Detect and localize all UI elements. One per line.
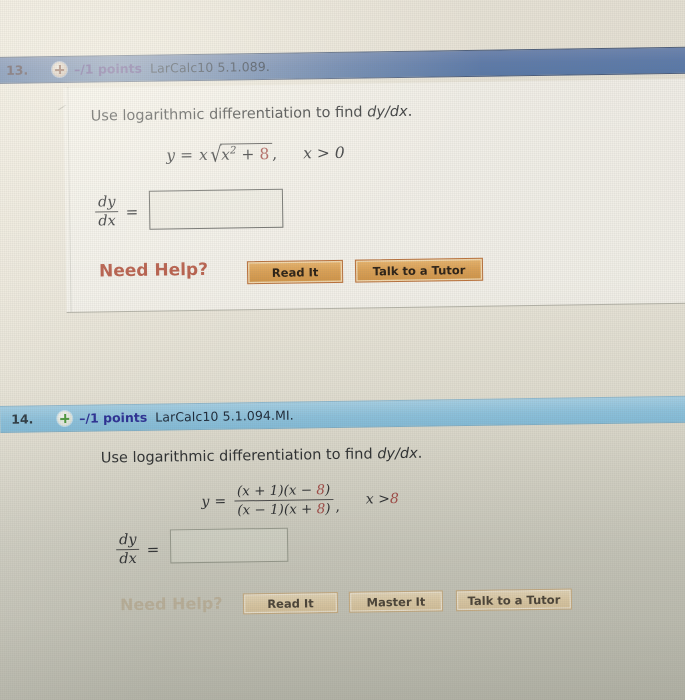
dydx-numerator-13: dy xyxy=(97,194,116,211)
answer-label-14: dy dx = xyxy=(114,532,166,568)
answer-equals-13: = xyxy=(125,202,139,221)
equation-equals-13: = xyxy=(179,145,194,164)
equation-lhs-14: y xyxy=(201,493,210,510)
radicand-base-13: x xyxy=(221,145,231,164)
rational-fraction-14: (x + 1)(x − 8) (x − 1)(x + 8) xyxy=(234,482,334,519)
read-it-button-14[interactable]: Read It xyxy=(242,591,339,615)
equation-domain-constant-14: 8 xyxy=(389,490,399,507)
plus-circle-icon[interactable] xyxy=(51,61,68,78)
talk-to-a-tutor-button-14[interactable]: Talk to a Tutor xyxy=(455,588,573,612)
equation-domain-prefix-14: x > xyxy=(365,490,391,508)
prompt-math-13: dy/dx xyxy=(367,103,408,121)
denominator-constant-14: 8 xyxy=(316,501,326,518)
problem-header-14[interactable]: 14. –/1 points LarCalc10 5.1.094.MI. xyxy=(0,395,685,433)
need-help-label-13: Need Help? xyxy=(98,259,209,282)
equation-comma-14: , xyxy=(335,498,341,515)
dydx-denominator-14: dx xyxy=(116,548,140,568)
numerator-part-a-14: (x + 1)(x − xyxy=(236,482,317,500)
need-help-label-14: Need Help? xyxy=(119,593,223,615)
fraction-denominator-14: (x − 1)(x + 8) xyxy=(234,499,334,519)
problem-header-13[interactable]: 13. –/1 points LarCalc10 5.1.089. xyxy=(0,46,685,84)
equation-equals-14: = xyxy=(214,493,227,510)
numerator-constant-14: 8 xyxy=(316,482,326,499)
assignment-page: 13. –/1 points LarCalc10 5.1.089. Use lo… xyxy=(0,0,685,700)
points-label-14: –/1 points xyxy=(79,409,148,426)
read-it-button-13[interactable]: Read It xyxy=(246,259,344,285)
square-root-icon: √ x2 + 8 xyxy=(209,142,273,167)
equation-coefficient-13: x xyxy=(198,145,208,164)
radicand-plus-13: + xyxy=(241,145,255,164)
dydx-denominator-13: dx xyxy=(95,211,119,230)
prompt-period-13: . xyxy=(407,103,413,120)
dydx-fraction-14: dy dx xyxy=(116,531,140,568)
points-label-13: –/1 points xyxy=(73,60,143,77)
problem-number-13: 13. xyxy=(5,62,29,78)
problem-number-14: 14. xyxy=(11,411,34,427)
numerator-part-b-14: ) xyxy=(324,482,331,499)
radicand-constant-13: 8 xyxy=(259,145,270,164)
problem-code-14: LarCalc10 5.1.094.MI. xyxy=(155,407,294,425)
equation-13: y = x √ x2 + 8 , x > 0 xyxy=(166,142,345,167)
problem-code-13: LarCalc10 5.1.089. xyxy=(149,58,271,76)
plus-circle-icon[interactable] xyxy=(57,410,73,427)
radicand-13: x2 + 8 xyxy=(220,142,273,165)
master-it-button-14[interactable]: Master It xyxy=(348,590,444,613)
answer-input-13[interactable] xyxy=(148,188,284,230)
prompt-text-14: Use logarithmic differentiation to find … xyxy=(101,446,423,467)
answer-equals-14: = xyxy=(146,540,160,559)
dydx-numerator-14: dy xyxy=(118,531,137,549)
radicand-exponent-13: 2 xyxy=(229,145,237,157)
answer-input-14[interactable] xyxy=(169,527,289,564)
fraction-numerator-14: (x + 1)(x − 8) xyxy=(234,482,334,500)
prompt-math-14: dy/dx xyxy=(377,445,418,463)
equation-14: y = (x + 1)(x − 8) (x − 1)(x + 8) , x > … xyxy=(201,481,399,519)
denominator-part-b-14: ) xyxy=(325,501,331,518)
equation-domain-13: x > 0 xyxy=(303,143,345,162)
dydx-fraction-13: dy dx xyxy=(95,194,119,230)
talk-to-a-tutor-button-13[interactable]: Talk to a Tutor xyxy=(354,257,484,283)
prompt-period-14: . xyxy=(417,445,423,462)
equation-comma-13: , xyxy=(272,144,278,163)
prompt-lead-14: Use logarithmic differentiation to find xyxy=(100,446,378,467)
denominator-part-a-14: (x − 1)(x + xyxy=(237,501,317,519)
answer-label-13: dy dx = xyxy=(93,194,145,230)
equation-lhs-13: y xyxy=(166,145,176,164)
